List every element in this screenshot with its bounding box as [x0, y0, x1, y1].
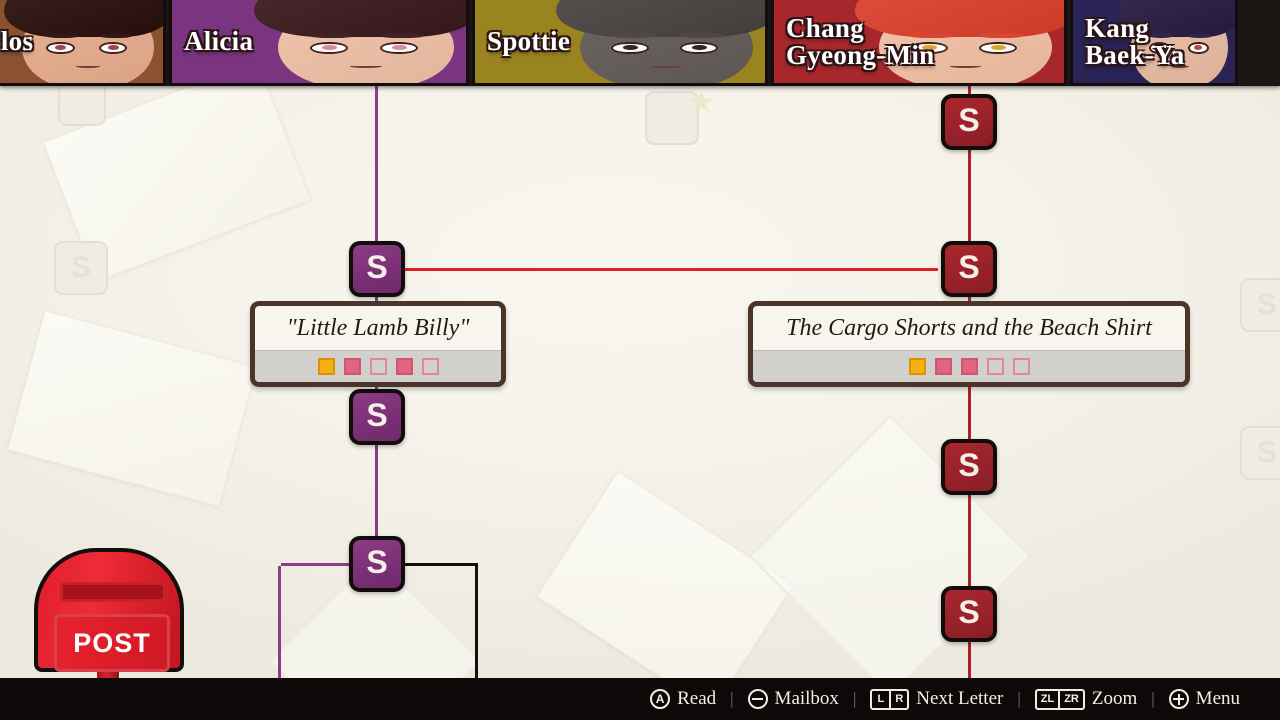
connector-line-purple: [375, 86, 378, 246]
character-tab-label: Carlos: [0, 26, 34, 57]
progress-pip-rose: [343, 358, 361, 375]
button-icon-zoom: ZL ZR: [1034, 688, 1085, 710]
letter-node-glyph: S: [958, 447, 980, 483]
control-hint-menu[interactable]: Menu: [1155, 688, 1254, 710]
letter-node-purple[interactable]: S: [349, 241, 405, 297]
letter-card-title: "Little Lamb Billy": [286, 315, 470, 341]
progress-pip-rose-empty: [369, 358, 387, 375]
connector-line-red: [968, 148, 971, 244]
letter-card-progress-pips: [753, 350, 1185, 382]
ghost-node: S: [1240, 426, 1280, 480]
decorative-envelope: [536, 470, 794, 712]
letter-node-red[interactable]: S: [941, 439, 997, 495]
mailbox-label: POST: [73, 627, 151, 658]
character-portrait: [254, 0, 466, 83]
character-tab-alicia[interactable]: Alicia: [169, 0, 469, 86]
letter-card[interactable]: "Little Lamb Billy": [250, 301, 506, 387]
control-hint-bar: A Read | Mailbox | L R Next Letter | ZL ZR Zoom | Men…: [0, 678, 1280, 720]
letter-node-glyph: S: [958, 102, 980, 138]
control-hint-label: Mailbox: [774, 688, 839, 709]
letter-card-progress-pips: [255, 350, 501, 382]
letter-card[interactable]: The Cargo Shorts and the Beach Shirt: [748, 301, 1190, 387]
control-hint-mailbox[interactable]: Mailbox: [734, 688, 853, 710]
character-portrait: [4, 0, 163, 83]
decorative-envelope: [6, 310, 258, 507]
letter-node-glyph: S: [958, 249, 980, 285]
control-hint-label: Read: [677, 688, 717, 709]
ghost-node: [645, 91, 699, 145]
character-tab-spottie[interactable]: Spottie: [472, 0, 768, 86]
character-tab-label: Kang Baek-Ya: [1085, 13, 1185, 70]
connector-branch-purple: [281, 563, 353, 566]
progress-pip-gold: [317, 358, 335, 375]
progress-pip-gold: [908, 358, 926, 375]
connector-line-red: [968, 492, 971, 589]
letter-node-red[interactable]: S: [941, 241, 997, 297]
connector-line-purple: [375, 441, 378, 541]
progress-pip-rose-empty: [421, 358, 439, 375]
letter-card-title: The Cargo Shorts and the Beach Shirt: [786, 315, 1152, 341]
letter-node-purple[interactable]: S: [349, 389, 405, 445]
mailbox-slot: [60, 582, 166, 602]
progress-pip-rose-empty: [986, 358, 1004, 375]
letter-node-glyph: S: [366, 249, 388, 285]
mailbox-door: POST: [54, 614, 170, 672]
character-tab-kang-baek-ya[interactable]: Kang Baek-Ya: [1070, 0, 1238, 86]
button-icon-next-letter: LR: [870, 688, 910, 710]
control-hint-zoom[interactable]: ZL ZR Zoom: [1021, 688, 1152, 710]
button-icon-plus: [1168, 689, 1189, 709]
progress-pip-rose: [934, 358, 952, 375]
character-tab-bar: Carlos Alicia Spottie Chang Gyeong-Min Kang …: [0, 0, 1280, 86]
letter-node-purple[interactable]: S: [349, 536, 405, 592]
progress-pip-rose-empty: [1012, 358, 1030, 375]
character-tab-label: Alicia: [184, 26, 254, 57]
ghost-node: [58, 86, 106, 126]
control-hint-label: Menu: [1195, 688, 1240, 709]
connector-branch-black: [400, 563, 478, 566]
ghost-node: S: [1240, 278, 1280, 332]
letter-node-red[interactable]: S: [941, 586, 997, 642]
button-icon-a: A: [650, 689, 671, 709]
connector-line-link: [404, 268, 938, 271]
mailbox-body: POST: [34, 548, 184, 672]
letter-node-glyph: S: [366, 397, 388, 433]
control-hint-read[interactable]: A Read: [636, 688, 730, 710]
ghost-node: S: [54, 241, 108, 295]
letter-node-glyph: S: [366, 544, 388, 580]
control-hint-label: Zoom: [1091, 688, 1138, 709]
button-icon-minus: [747, 689, 768, 709]
character-portrait: [555, 0, 765, 83]
letter-node-glyph: S: [958, 594, 980, 630]
control-hint-label: Next Letter: [916, 688, 1004, 709]
progress-pip-rose: [960, 358, 978, 375]
character-tab-carlos[interactable]: Carlos: [0, 0, 166, 86]
character-tab-label: Chang Gyeong-Min: [786, 13, 935, 70]
connector-line-red: [968, 378, 971, 442]
letter-node-red[interactable]: S: [941, 94, 997, 150]
progress-pip-rose: [395, 358, 413, 375]
character-tab-chang-gyeong-min[interactable]: Chang Gyeong-Min: [771, 0, 1067, 86]
decorative-envelope: [42, 86, 312, 283]
control-hint-next-letter[interactable]: L R Next Letter: [856, 688, 1017, 710]
character-tab-label: Spottie: [487, 26, 571, 57]
letter-tree-board[interactable]: S ★ S S SSSSSSS "Little Lamb Billy" The C…: [0, 86, 1280, 720]
